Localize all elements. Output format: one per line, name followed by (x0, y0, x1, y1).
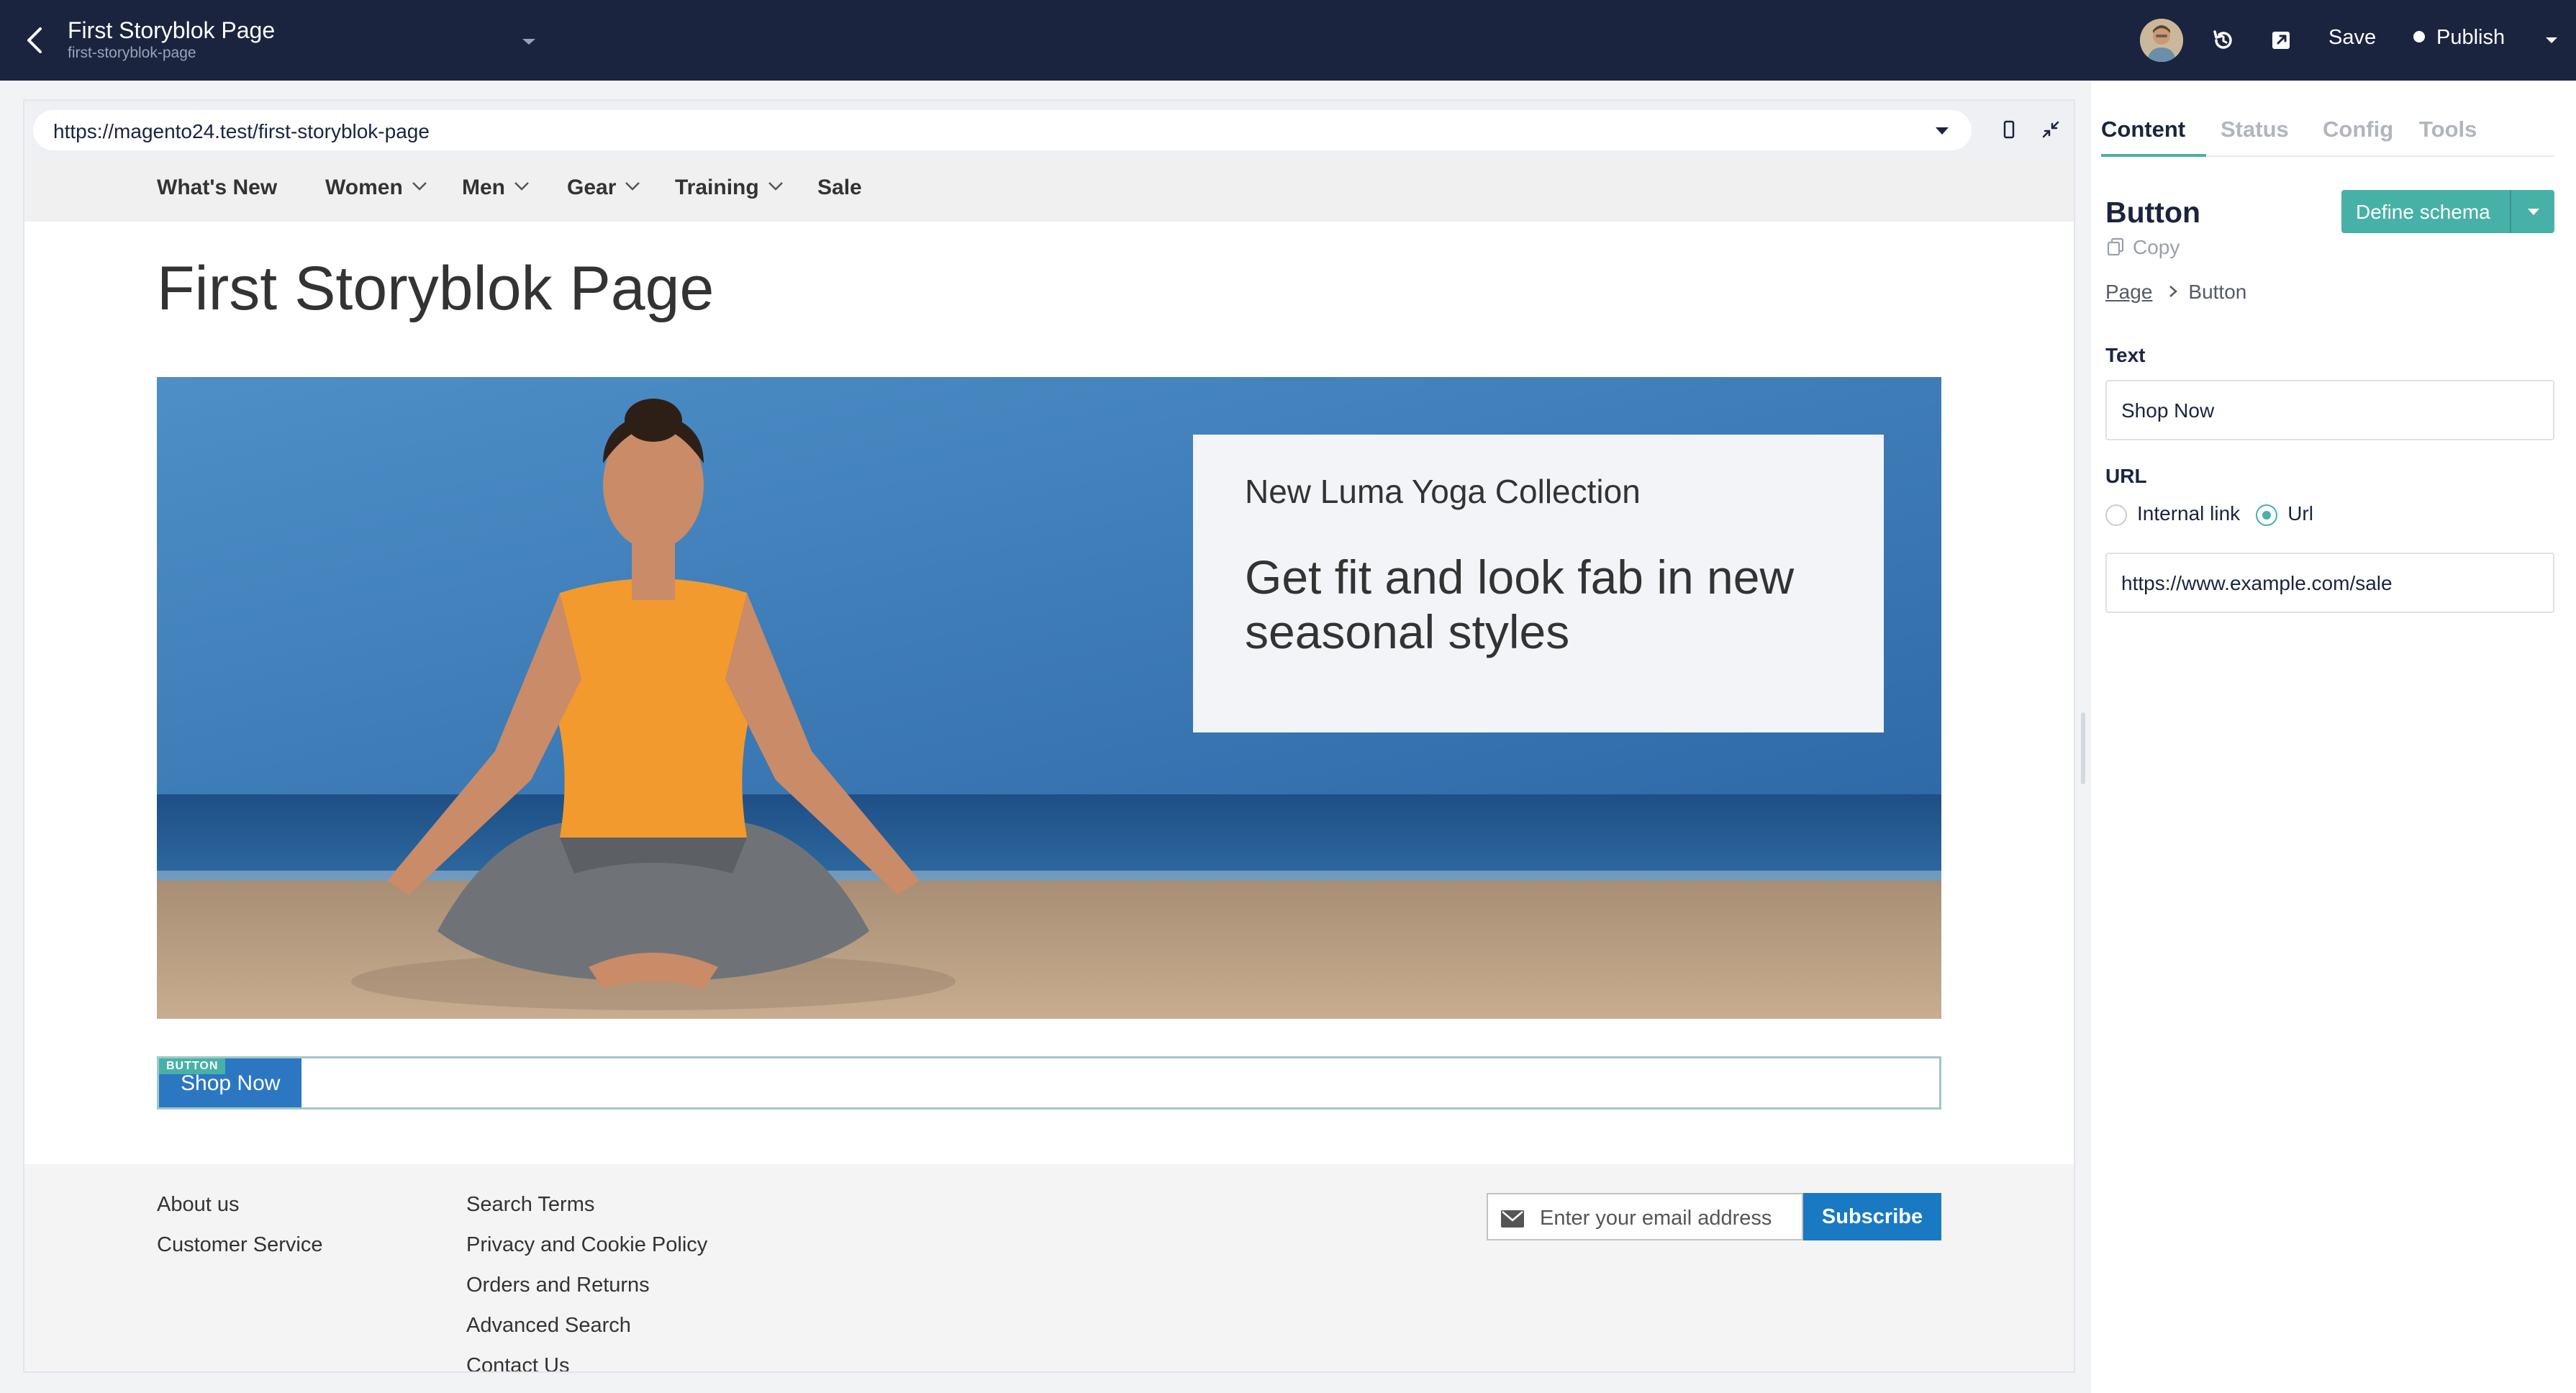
chevron-down-icon[interactable] (520, 36, 538, 47)
text-field-label: Text (2105, 344, 2146, 366)
copy-label: Copy (2133, 236, 2180, 258)
chevron-down-icon (514, 182, 529, 191)
nav-item-women[interactable]: Women (325, 176, 427, 200)
button-divider (2510, 190, 2511, 233)
define-schema-label: Define schema (2356, 201, 2490, 223)
nav-item-training[interactable]: Training (675, 176, 784, 200)
email-field-wrapper (1487, 1193, 1803, 1240)
url-field[interactable] (2121, 570, 2539, 597)
footer-link-contact-us[interactable]: Contact Us (466, 1354, 569, 1371)
footer-link-orders-returns[interactable]: Orders and Returns (466, 1274, 650, 1297)
footer-link-about-us[interactable]: About us (157, 1193, 239, 1217)
site-navigation: What's New Women Men Gear Training Sale (24, 158, 2074, 222)
chevron-down-icon (768, 182, 783, 191)
preview-url: https://magento24.test/first-storyblok-p… (53, 120, 430, 142)
link-type-radio-group: Internal link Url (2105, 502, 2329, 526)
save-button[interactable]: Save (2328, 26, 2376, 50)
tab-content[interactable]: Content (2101, 117, 2185, 142)
tab-status[interactable]: Status (2221, 117, 2289, 142)
shop-now-label: Shop Now (181, 1071, 281, 1095)
tab-tools[interactable]: Tools (2419, 117, 2477, 142)
email-input[interactable] (1540, 1204, 1799, 1232)
open-external-icon[interactable] (2267, 26, 2295, 55)
breadcrumb-parent[interactable]: Page (2105, 281, 2152, 303)
nav-item-sale[interactable]: Sale (817, 176, 862, 200)
shop-now-button[interactable]: Shop Now BUTTON (159, 1058, 301, 1107)
top-bar: First Storyblok Page first-storyblok-pag… (0, 0, 2576, 81)
avatar[interactable] (2140, 19, 2183, 62)
chevron-down-icon[interactable] (2543, 35, 2560, 46)
url-field-wrapper (2105, 553, 2554, 613)
footer-link-privacy[interactable]: Privacy and Cookie Policy (466, 1233, 707, 1257)
copy-icon (2107, 237, 2124, 256)
active-tab-indicator (2101, 154, 2206, 157)
preview-url-bar[interactable]: https://magento24.test/first-storyblok-p… (33, 110, 1972, 150)
promo-box: New Luma Yoga Collection Get fit and loo… (1193, 435, 1884, 732)
mail-icon (1501, 1210, 1524, 1228)
hero-banner[interactable]: New Luma Yoga Collection Get fit and loo… (157, 377, 1941, 1019)
mobile-view-icon[interactable] (1997, 118, 2021, 141)
panel-resize-handle[interactable] (2081, 712, 2085, 784)
nav-item-whats-new[interactable]: What's New (157, 176, 277, 200)
publish-button[interactable]: Publish (2413, 26, 2505, 50)
content-panel: Content Status Config Tools Button Copy … (2091, 81, 2576, 1393)
radio-url[interactable] (2256, 504, 2278, 526)
collapse-icon[interactable] (2039, 118, 2062, 141)
story-slug: first-storyblok-page (68, 45, 196, 61)
nav-item-men[interactable]: Men (462, 176, 530, 200)
breadcrumb: Page Button (2105, 281, 2246, 304)
footer-link-search-terms[interactable]: Search Terms (466, 1193, 594, 1217)
radio-internal-link[interactable] (2105, 504, 2127, 526)
component-title: Button (2105, 196, 2201, 229)
breadcrumb-current: Button (2188, 281, 2247, 303)
component-tag: BUTTON (159, 1058, 226, 1074)
footer-link-advanced-search[interactable]: Advanced Search (466, 1314, 631, 1338)
chevron-down-icon[interactable] (2526, 207, 2541, 217)
subscribe-button[interactable]: Subscribe (1803, 1193, 1941, 1240)
nav-item-gear[interactable]: Gear (567, 176, 640, 200)
radio-url-label[interactable]: Url (2287, 502, 2313, 525)
footer-link-customer-service[interactable]: Customer Service (157, 1233, 322, 1257)
preview-toolbar: https://magento24.test/first-storyblok-p… (24, 101, 2074, 158)
panel-tabs: Content Status Config Tools (2101, 109, 2554, 157)
site-footer: About us Customer Service Search Terms P… (24, 1164, 2074, 1371)
newsletter-form: Subscribe (1487, 1193, 1941, 1240)
chevron-down-icon (412, 182, 427, 191)
text-field[interactable] (2121, 397, 2539, 425)
visual-editor-preview: https://magento24.test/first-storyblok-p… (23, 99, 2075, 1373)
copy-button[interactable]: Copy (2105, 236, 2180, 259)
chevron-down-icon[interactable] (1934, 126, 1950, 136)
page-title: First Storyblok Page (157, 254, 715, 323)
define-schema-button[interactable]: Define schema (2341, 190, 2554, 233)
chevron-down-icon (625, 182, 640, 191)
text-field-wrapper (2105, 380, 2554, 440)
tab-config[interactable]: Config (2323, 117, 2393, 142)
publish-status-dot (2413, 31, 2425, 42)
publish-label: Publish (2436, 26, 2505, 49)
button-component-block[interactable]: Shop Now BUTTON (157, 1056, 1941, 1110)
promo-subtitle: New Luma Yoga Collection (1245, 473, 1641, 510)
back-arrow-icon[interactable] (19, 23, 53, 58)
user-avatar-icon (2140, 19, 2183, 62)
url-field-label: URL (2105, 465, 2147, 487)
promo-headline: Get fit and look fab in new seasonal sty… (1245, 550, 1795, 658)
radio-internal-link-label[interactable]: Internal link (2137, 502, 2240, 525)
story-title: First Storyblok Page (68, 17, 276, 43)
history-icon[interactable] (2209, 26, 2238, 55)
chevron-right-icon (2169, 286, 2178, 297)
